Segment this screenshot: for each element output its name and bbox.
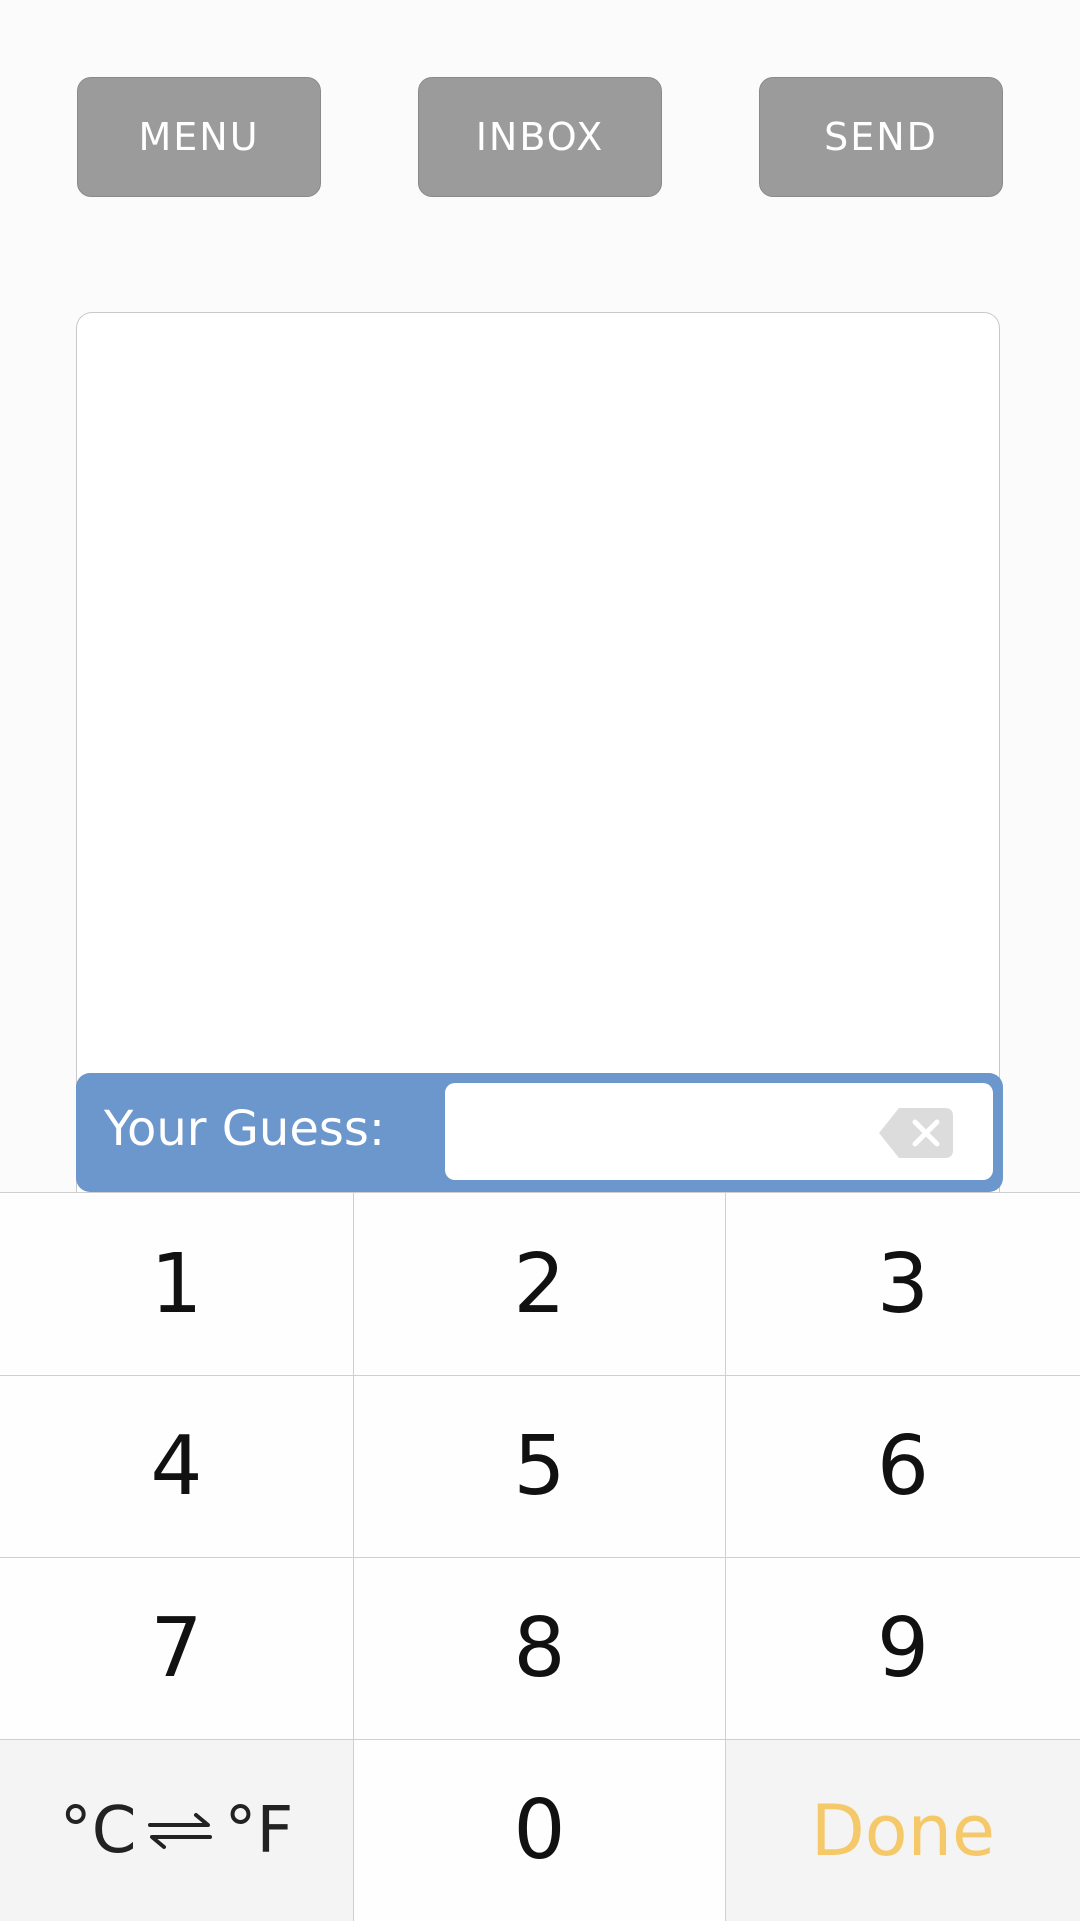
key-0[interactable]: 0 <box>354 1740 725 1921</box>
key-8[interactable]: 8 <box>354 1558 725 1739</box>
key-6[interactable]: 6 <box>726 1376 1080 1557</box>
key-3[interactable]: 3 <box>726 1193 1080 1375</box>
done-button[interactable]: Done <box>726 1740 1080 1921</box>
numeric-keypad: 1 2 3 4 5 6 7 8 9 °C °F 0 Done <box>0 1192 1080 1921</box>
guess-input-container <box>445 1083 993 1182</box>
backspace-icon[interactable] <box>877 1106 955 1160</box>
key-5[interactable]: 5 <box>354 1376 725 1557</box>
guess-bar: Your Guess: <box>76 1073 1003 1192</box>
celsius-label: °C <box>59 1793 137 1868</box>
keypad-divider <box>0 1739 1080 1740</box>
keypad-divider <box>0 1557 1080 1558</box>
drawing-canvas[interactable] <box>76 312 1000 1192</box>
key-7[interactable]: 7 <box>0 1558 353 1739</box>
menu-button[interactable]: MENU <box>77 77 321 197</box>
key-2[interactable]: 2 <box>354 1193 725 1375</box>
unit-toggle-button[interactable]: °C °F <box>0 1740 353 1921</box>
swap-arrows-icon <box>148 1812 213 1849</box>
guess-label: Your Guess: <box>104 1101 386 1157</box>
send-button[interactable]: SEND <box>759 77 1003 197</box>
guess-input[interactable] <box>461 1083 885 1182</box>
key-1[interactable]: 1 <box>0 1193 353 1375</box>
inbox-button[interactable]: INBOX <box>418 77 662 197</box>
fahrenheit-label: °F <box>224 1793 294 1868</box>
keypad-divider <box>0 1375 1080 1376</box>
key-9[interactable]: 9 <box>726 1558 1080 1739</box>
key-4[interactable]: 4 <box>0 1376 353 1557</box>
